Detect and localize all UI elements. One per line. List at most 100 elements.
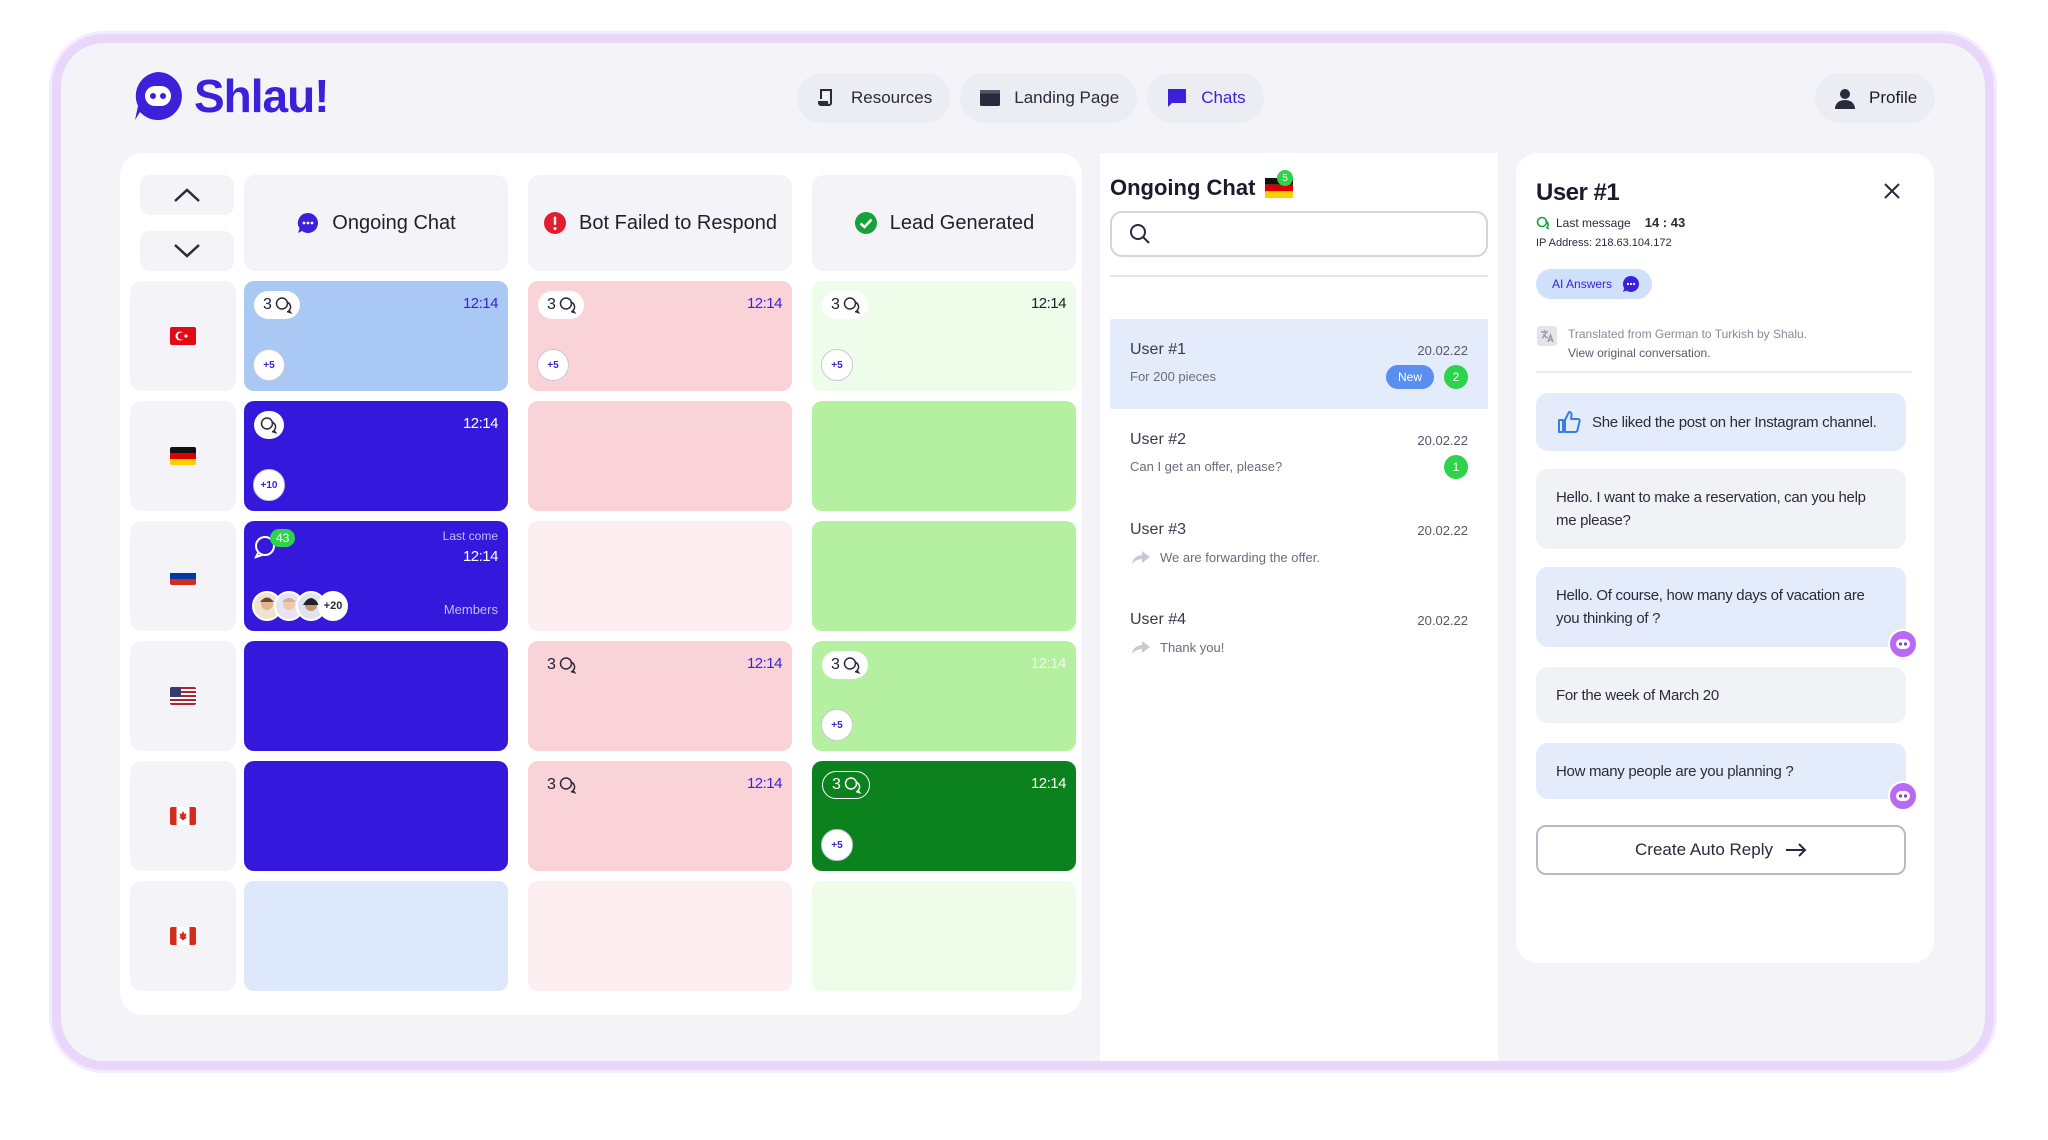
view-original-link[interactable]: View original conversation. [1568, 344, 1807, 363]
chat-card[interactable] [812, 521, 1076, 631]
messages-icon [844, 777, 862, 794]
conversation-item[interactable]: User #1 20.02.22 For 200 pieces New 2 [1110, 319, 1488, 409]
browser-window-icon [980, 90, 1001, 106]
message-text: How many people are you planning ? [1556, 762, 1794, 780]
card-time: 12:14 [1030, 775, 1067, 792]
scroll-down-button[interactable] [140, 231, 234, 271]
message-text: Hello. Of course, how many days of vacat… [1556, 587, 1865, 627]
chat-card[interactable] [528, 521, 792, 631]
chat-flag-icon [1168, 89, 1187, 107]
more-badge[interactable]: +5 [821, 709, 853, 741]
chat-card[interactable]: 3 12:14 +5 [812, 281, 1076, 391]
card-time: 12:14 [462, 295, 499, 312]
chat-bubble-icon [298, 212, 319, 233]
chat-card[interactable] [812, 401, 1076, 511]
conversation-detail-panel: User #1 Last message 14 : 43 IP Address:… [1516, 153, 1934, 963]
canada-flag-icon [170, 927, 196, 945]
column-label: Ongoing Chat [332, 211, 456, 234]
members-label: Members [443, 602, 498, 617]
scroll-up-button[interactable] [140, 175, 234, 215]
message-bubble: For the week of March 20 [1536, 667, 1906, 723]
chat-card[interactable]: 3 12:14 +5 [812, 761, 1076, 871]
row-flag-canada [130, 881, 236, 991]
chat-card[interactable] [812, 881, 1076, 991]
more-badge[interactable]: +5 [821, 829, 853, 861]
column-lead-generated[interactable]: Lead Generated [812, 175, 1076, 271]
message-text: She liked the post on her Instagram chan… [1592, 413, 1877, 431]
more-badge[interactable]: +5 [821, 349, 853, 381]
more-badge[interactable]: +10 [253, 469, 285, 501]
message-text: Hello. I want to make a reservation, can… [1556, 489, 1866, 529]
translation-note: Translated from German to Turkish by Sha… [1536, 325, 1807, 363]
column-label: Lead Generated [889, 211, 1035, 234]
conversation-preview: Thank you! [1160, 639, 1225, 655]
conversation-date: 20.02.22 [1417, 523, 1468, 538]
nav-landing-page[interactable]: Landing Page [960, 73, 1138, 123]
messages-icon [559, 777, 577, 794]
chat-card[interactable]: 12:14 +10 [244, 401, 508, 511]
column-ongoing-chat[interactable]: Ongoing Chat [244, 175, 508, 271]
chat-card[interactable]: 3 12:14 +5 [812, 641, 1076, 751]
turkey-flag-icon [170, 327, 196, 345]
profile-button[interactable]: Profile [1815, 73, 1936, 123]
translate-icon [1537, 326, 1557, 346]
messages-icon [275, 297, 293, 314]
message-count-chip: 3 [538, 771, 584, 799]
chat-card[interactable] [528, 881, 792, 991]
row-flag-germany [130, 401, 236, 511]
new-badge: New [1385, 365, 1434, 389]
unread-count-badge: 1 [1444, 455, 1468, 479]
chat-card[interactable]: 3 12:14 +5 [528, 281, 792, 391]
message-count-chip: 3 [822, 651, 868, 679]
chat-card[interactable]: 3 12:14 +5 [244, 281, 508, 391]
translation-line: Translated from German to Turkish by Sha… [1568, 327, 1807, 341]
chat-card[interactable] [244, 881, 508, 991]
messages-icon [559, 297, 577, 314]
conversation-item[interactable]: User #3 20.02.22 We are forwarding the o… [1110, 499, 1488, 589]
auto-reply-label: Create Auto Reply [1635, 840, 1773, 859]
canada-flag-icon [170, 807, 196, 825]
column-bot-failed[interactable]: Bot Failed to Respond [528, 175, 792, 271]
detail-user-name: User #1 [1536, 179, 1620, 206]
message-count-chip [254, 411, 284, 439]
conversation-item[interactable]: User #2 20.02.22 Can I get an offer, ple… [1110, 409, 1488, 499]
chat-bubble-icon [1622, 275, 1640, 292]
member-avatars[interactable]: +20 [252, 591, 348, 621]
ip-address: IP Address: 218.63.104.172 [1536, 237, 1672, 249]
app-logo[interactable]: Shlau! [132, 69, 330, 123]
chat-card[interactable] [244, 761, 508, 871]
close-icon[interactable] [1880, 179, 1904, 203]
message-count: 3 [831, 656, 840, 673]
last-message-time: 14 : 43 [1644, 215, 1686, 230]
create-auto-reply-button[interactable]: Create Auto Reply [1536, 825, 1906, 875]
conversation-name: User #4 [1130, 611, 1187, 628]
unread-count-badge: 2 [1444, 365, 1468, 389]
nav-chats-label: Chats [1201, 88, 1246, 107]
ai-answers-button[interactable]: AI Answers [1536, 269, 1653, 299]
chat-card[interactable]: 43 Last come 12:14 +20 Members [244, 521, 508, 631]
more-badge[interactable]: +5 [537, 349, 569, 381]
more-badge[interactable]: +5 [253, 349, 285, 381]
row-flag-russia [130, 521, 236, 631]
app-window: Shlau! Resources Landing Page Chats Prof… [52, 34, 1994, 1070]
last-come-label: Last come [442, 529, 498, 543]
row-flag-turkey [130, 281, 236, 391]
nav-resources[interactable]: Resources [797, 73, 951, 123]
chat-card[interactable] [244, 641, 508, 751]
chat-list-panel: Ongoing Chat 5 User #1 20.02.22 For 200 … [1100, 153, 1498, 1061]
message-count: 3 [547, 656, 556, 673]
profile-label: Profile [1869, 88, 1918, 107]
message-count: 3 [831, 296, 840, 313]
chat-card[interactable]: 3 12:14 [528, 641, 792, 751]
search-field[interactable] [1162, 225, 1462, 243]
nav-chats[interactable]: Chats [1147, 73, 1264, 123]
conversation-item[interactable]: User #4 20.02.22 Thank you! [1110, 589, 1488, 679]
card-time: 12:14 [746, 295, 783, 312]
nav-resources-label: Resources [851, 88, 933, 107]
chat-card[interactable]: 3 12:14 [528, 761, 792, 871]
search-input[interactable] [1110, 211, 1488, 257]
message-text: For the week of March 20 [1556, 686, 1719, 704]
message-count: 3 [263, 296, 272, 313]
chat-card[interactable] [528, 401, 792, 511]
divider [1536, 371, 1912, 373]
